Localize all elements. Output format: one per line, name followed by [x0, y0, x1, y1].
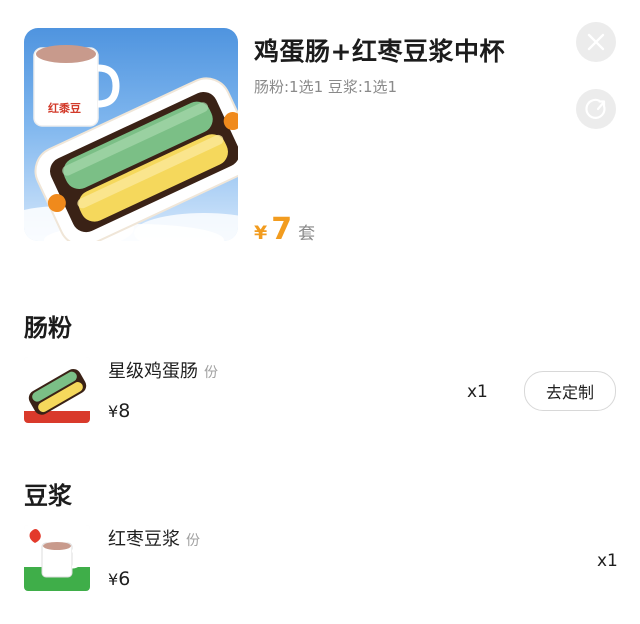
price-currency: ¥: [254, 222, 268, 244]
item-price-currency: ¥: [108, 570, 119, 589]
soy-milk-item-price: ¥6: [108, 568, 130, 590]
share-button[interactable]: [576, 89, 616, 129]
soy-milk-item-name: 红枣豆浆份: [108, 525, 200, 551]
price-value: 7: [271, 212, 293, 247]
rice-roll-quantity: x1: [467, 382, 488, 402]
section-title-soy-milk: 豆浆: [24, 482, 72, 510]
rice-roll-item-price: ¥8: [108, 400, 130, 422]
soy-milk-thumbnail: [24, 525, 90, 591]
rice-roll-item-name: 星级鸡蛋肠份: [108, 357, 218, 383]
close-button[interactable]: [576, 22, 616, 62]
item-name-text: 红枣豆浆: [108, 529, 180, 550]
product-title: 鸡蛋肠+红枣豆浆中杯: [254, 37, 505, 66]
product-detail-sheet: 红黍豆 鸡蛋肠+红枣豆浆中杯 肠粉:1选1 豆浆:1选1 ¥7 套 肠粉 星级鸡…: [0, 0, 640, 624]
item-name-text: 星级鸡蛋肠: [108, 361, 198, 382]
share-icon: [585, 98, 606, 119]
product-subtitle: 肠粉:1选1 豆浆:1选1: [254, 78, 398, 96]
item-price-currency: ¥: [108, 402, 119, 421]
rice-roll-thumbnail: [24, 357, 90, 423]
product-price: ¥7 套: [254, 212, 315, 247]
product-image: 红黍豆: [24, 28, 238, 241]
soy-milk-quantity: x1: [597, 551, 618, 571]
price-unit: 套: [298, 224, 316, 244]
close-icon: [587, 33, 605, 51]
cup-brand-text: 红黍豆: [48, 101, 81, 115]
customize-button[interactable]: 去定制: [524, 371, 616, 411]
item-price-value: 8: [118, 400, 131, 422]
item-unit: 份: [204, 365, 218, 381]
section-title-rice-roll: 肠粉: [24, 314, 72, 342]
item-unit: 份: [186, 533, 200, 549]
item-price-value: 6: [118, 568, 131, 590]
